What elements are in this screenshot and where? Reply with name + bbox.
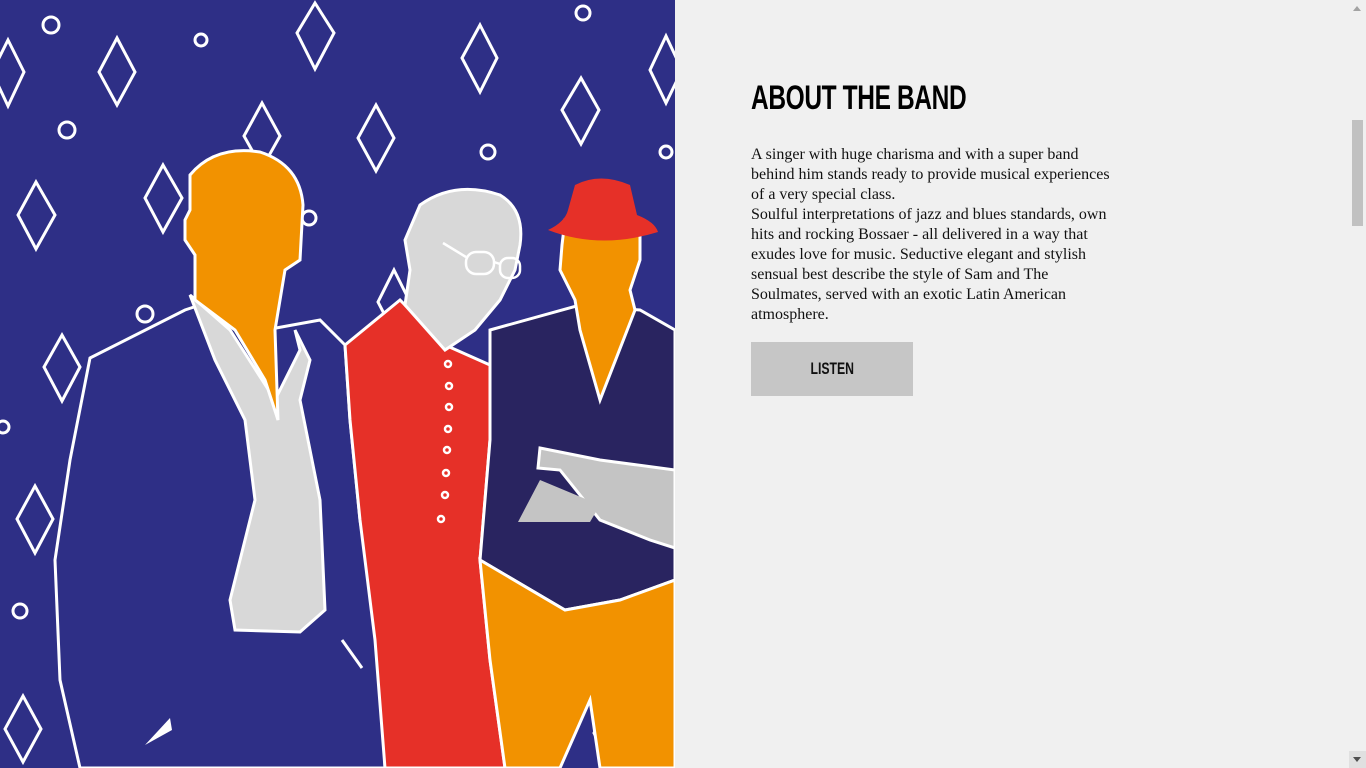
about-heading: ABOUT THE BAND (751, 79, 967, 117)
page: ABOUT THE BAND A singer with huge charis… (0, 0, 1366, 768)
about-paragraph-2: Soulful interpretations of jazz and blue… (751, 206, 1107, 323)
listen-button[interactable]: LISTEN (751, 342, 913, 396)
scroll-up-arrow-icon (1353, 6, 1361, 11)
scroll-up-button[interactable] (1349, 0, 1366, 17)
scrollbar-thumb[interactable] (1352, 120, 1363, 226)
about-section: ABOUT THE BAND A singer with huge charis… (751, 78, 1111, 396)
listen-button-label: LISTEN (810, 359, 854, 378)
band-illustration-svg (0, 0, 675, 768)
scroll-down-arrow-icon (1353, 757, 1361, 762)
scroll-down-button[interactable] (1349, 751, 1366, 768)
band-illustration (0, 0, 675, 768)
vertical-scrollbar[interactable] (1349, 0, 1366, 768)
about-paragraph-1: A singer with huge charisma and with a s… (751, 146, 1110, 203)
about-description: A singer with huge charisma and with a s… (751, 145, 1111, 325)
